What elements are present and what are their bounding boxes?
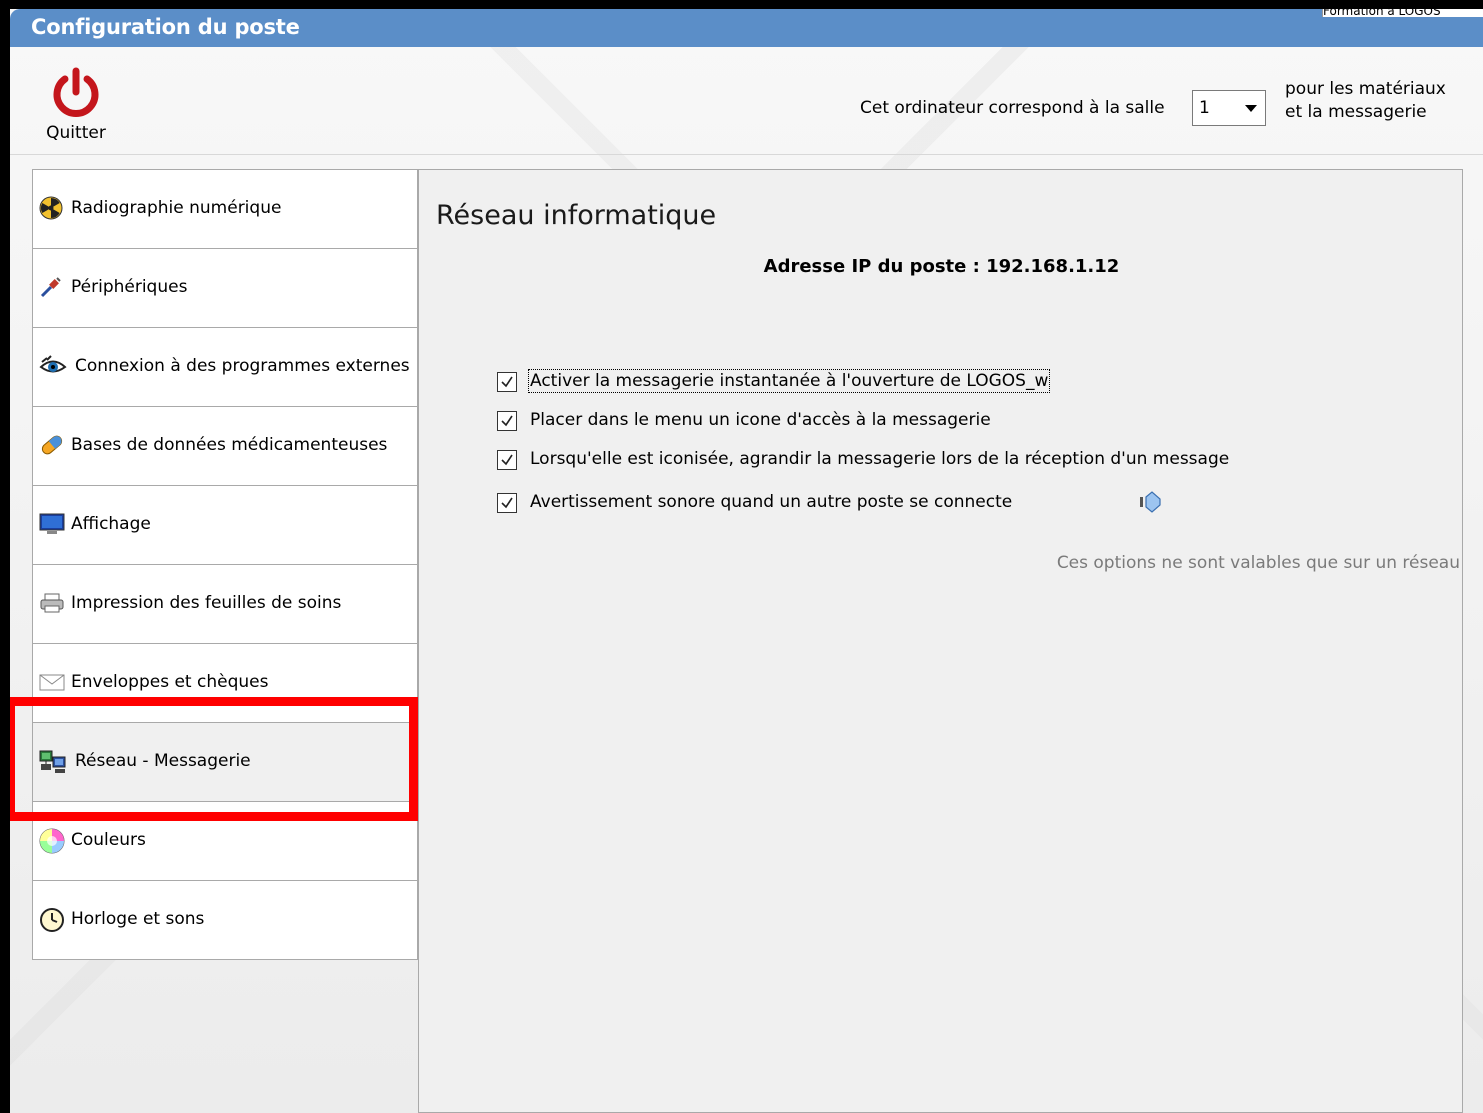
sidebar-item-couleurs[interactable]: Couleurs <box>32 802 418 881</box>
settings-panel: Réseau informatique Adresse IP du poste … <box>418 169 1463 1113</box>
eye-icon <box>39 354 67 378</box>
room-label: Cet ordinateur correspond à la salle <box>860 98 1165 118</box>
sidebar-item-label: Couleurs <box>71 830 146 850</box>
sidebar-item-label: Périphériques <box>71 277 188 297</box>
color-wheel-icon <box>39 828 65 854</box>
dropdown-arrow-icon <box>1245 105 1257 112</box>
room-select[interactable]: 1 <box>1192 90 1266 126</box>
option-label: Avertissement sonore quand un autre post… <box>530 492 1013 512</box>
option-label: Activer la messagerie instantanée à l'ou… <box>527 369 1051 393</box>
sidebar-item-radiographie[interactable]: Radiographie numérique <box>32 169 418 249</box>
sidebar-item-horloge[interactable]: Horloge et sons <box>32 881 418 960</box>
title-bar: Configuration du poste <box>10 9 1483 47</box>
option-label: Placer dans le menu un icone d'accès à l… <box>530 410 991 430</box>
network-icon <box>39 749 66 773</box>
sidebar-item-medicaments[interactable]: Bases de données médicamenteuses <box>32 407 418 486</box>
background-tab-label: Formation à LOGOS <box>1323 9 1441 17</box>
room-select-value: 1 <box>1199 98 1210 118</box>
power-icon <box>38 67 114 121</box>
checkbox-checked[interactable] <box>497 411 517 431</box>
sidebar-item-label: Connexion à des programmes externes <box>75 356 410 376</box>
checkbox-checked[interactable] <box>497 450 517 470</box>
room-suffix-line2: et la messagerie <box>1285 102 1427 122</box>
sidebar-item-impression[interactable]: Impression des feuilles de soins <box>32 565 418 644</box>
settings-sidebar: Radiographie numérique Périphériques Con… <box>32 169 418 960</box>
sidebar-item-label: Réseau - Messagerie <box>75 751 251 771</box>
ip-address: Adresse IP du poste : 192.168.1.12 <box>763 256 1120 277</box>
monitor-icon <box>39 512 65 536</box>
radiation-icon <box>39 196 63 220</box>
sidebar-item-connexion[interactable]: Connexion à des programmes externes <box>32 328 418 407</box>
printer-icon <box>39 591 64 615</box>
sidebar-item-label: Affichage <box>71 514 151 534</box>
sidebar-item-affichage[interactable]: Affichage <box>32 486 418 565</box>
room-suffix-line1: pour les matériaux <box>1285 79 1446 99</box>
sidebar-item-enveloppes[interactable]: Enveloppes et chèques <box>32 644 418 723</box>
sidebar-item-label: Radiographie numérique <box>71 198 282 218</box>
sidebar-item-label: Bases de données médicamenteuses <box>71 435 388 455</box>
sidebar-item-reseau-messagerie[interactable]: Réseau - Messagerie <box>32 723 418 802</box>
room-suffix: pour les matériaux et la messagerie <box>1285 78 1446 124</box>
envelope-icon <box>39 670 65 694</box>
speaker-icon[interactable] <box>1137 489 1165 519</box>
background-tab[interactable]: Formation à LOGOS <box>1322 9 1483 17</box>
window-title: Configuration du poste <box>31 15 300 39</box>
checkbox-checked[interactable] <box>497 372 517 392</box>
header-divider <box>10 154 1483 155</box>
sidebar-item-label: Impression des feuilles de soins <box>71 593 342 613</box>
option-label: Lorsqu'elle est iconisée, agrandir la me… <box>530 449 1230 469</box>
sidebar-item-peripheriques[interactable]: Périphériques <box>32 249 418 328</box>
plug-icon <box>39 275 63 299</box>
configuration-window: Configuration du poste Formation à LOGOS… <box>10 9 1483 1113</box>
clock-icon <box>39 907 64 932</box>
quit-label: Quitter <box>46 123 106 143</box>
network-note: Ces options ne sont valables que sur un … <box>1056 553 1460 573</box>
panel-title: Réseau informatique <box>436 200 717 231</box>
pill-icon <box>39 433 63 457</box>
sidebar-item-label: Enveloppes et chèques <box>71 672 269 692</box>
sidebar-item-label: Horloge et sons <box>71 909 205 929</box>
quit-button[interactable]: Quitter <box>38 67 114 157</box>
checkbox-checked[interactable] <box>497 493 517 513</box>
